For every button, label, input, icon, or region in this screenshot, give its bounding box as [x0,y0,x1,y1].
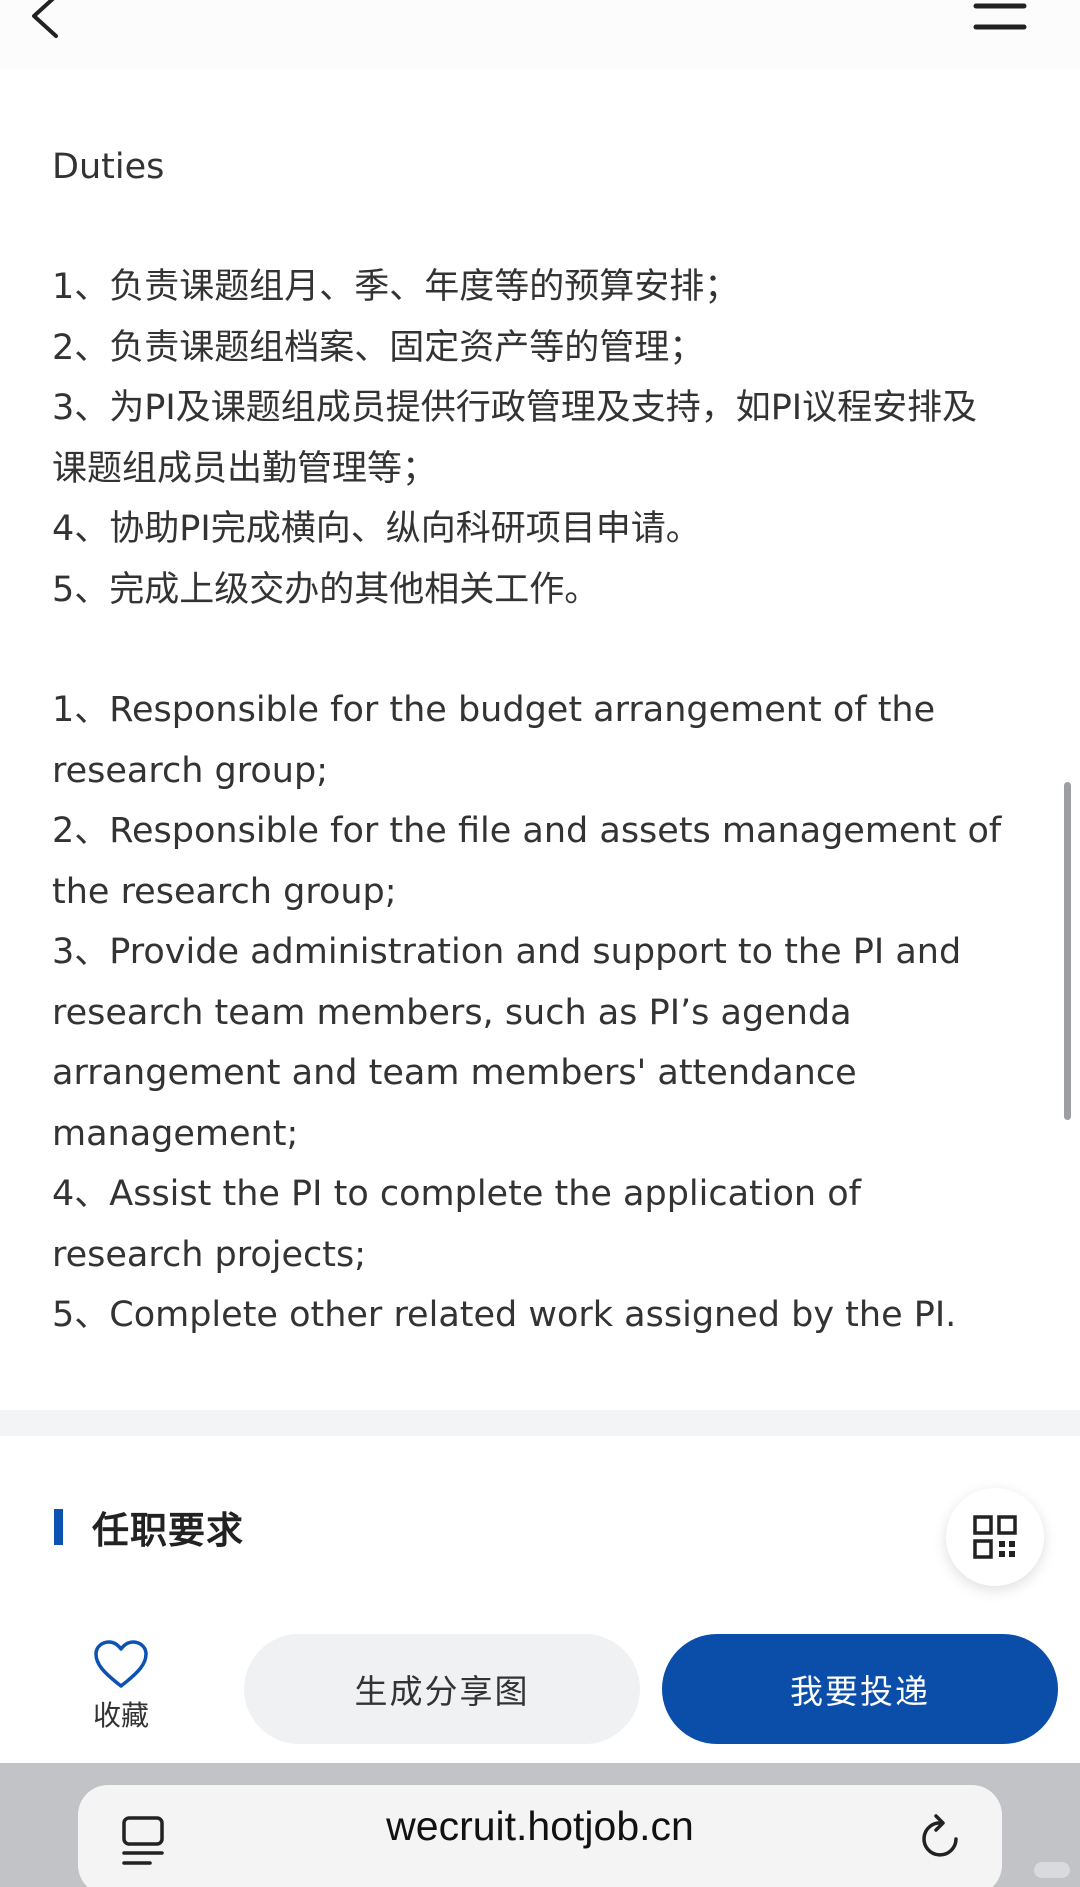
generate-share-image-button[interactable]: 生成分享图 [244,1634,640,1744]
favorite-label: 收藏 [92,1699,149,1732]
duty-line: 4、协助PI完成横向、纵向科研项目申请。 [52,509,701,549]
top-nav-bar [0,0,1080,70]
duty-line: research team members, such as PI’s agen… [52,992,852,1033]
duty-line: research projects; [52,1234,367,1275]
duty-line: 5、Complete other related work assigned b… [52,1295,957,1335]
duty-line: 3、Provide administration and support to … [52,932,962,972]
heart-icon [94,1640,148,1688]
url-text: wecruit.hotjob.cn [386,1803,694,1849]
duty-line: the research group; [52,871,397,912]
duty-line: 课题组成员出勤管理等； [52,448,438,489]
back-chevron-icon [32,0,58,38]
duty-line: 2、负责课题组档案、固定资产等的管理； [52,327,705,368]
apply-button[interactable]: 我要投递 [662,1634,1058,1744]
job-description: Duties 1、负责课题组月、季、年度等的预算安排； 2、负责课题组档案、固定资… [52,137,1042,1346]
heading-accent-bar [54,1509,63,1545]
job-detail-page: Duties 1、负责课题组月、季、年度等的预算安排； 2、负责课题组档案、固定资… [0,0,1080,1887]
reload-icon[interactable] [918,1813,966,1865]
browser-toolbar: wecruit.hotjob.cn [0,1763,1080,1887]
home-indicator [1034,1862,1070,1878]
duty-line: 1、负责课题组月、季、年度等的预算安排； [52,267,740,307]
duty-line: management; [52,1113,299,1154]
menu-button[interactable] [968,0,1032,40]
qr-code-icon [973,1515,1017,1559]
duty-line: 2、Responsible for the file and assets ma… [52,811,1002,851]
back-button[interactable] [20,0,80,40]
requirements-heading: 任职要求 [54,1504,244,1552]
favorite-button[interactable]: 收藏 [76,1636,166,1736]
duty-line: 1、Responsible for the budget arrangement… [52,690,936,730]
duty-line: 4、Assist the PI to complete the applicat… [52,1174,861,1214]
address-bar[interactable]: wecruit.hotjob.cn [78,1785,1002,1887]
duty-line: research group; [52,750,328,791]
duty-line: arrangement and team members' attendance [52,1053,857,1093]
menu-icon [973,3,1027,30]
requirements-title: 任职要求 [92,1509,244,1552]
duties-english: 1、Responsible for the budget arrangement… [52,680,1042,1346]
scrollbar[interactable] [1064,782,1071,1120]
duties-chinese: 1、负责课题组月、季、年度等的预算安排； 2、负责课题组档案、固定资产等的管理； 3… [52,257,1042,620]
duty-line: 5、完成上级交办的其他相关工作。 [52,569,600,610]
duty-line: 3、为PI及课题组成员提供行政管理及支持，如PI议程安排及 [52,388,978,428]
section-label: Duties [52,147,165,187]
section-divider [0,1410,1080,1436]
qr-code-button[interactable] [946,1488,1044,1586]
